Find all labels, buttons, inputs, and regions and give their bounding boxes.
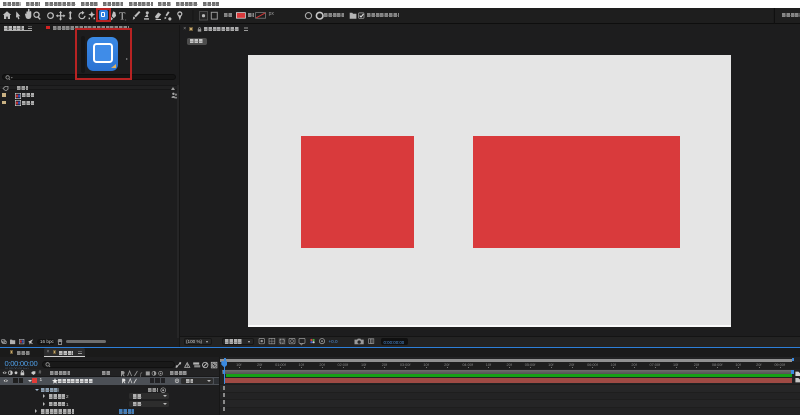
svg-text:+0.0: +0.0 [329, 339, 339, 344]
svg-text:f: f [140, 371, 143, 377]
